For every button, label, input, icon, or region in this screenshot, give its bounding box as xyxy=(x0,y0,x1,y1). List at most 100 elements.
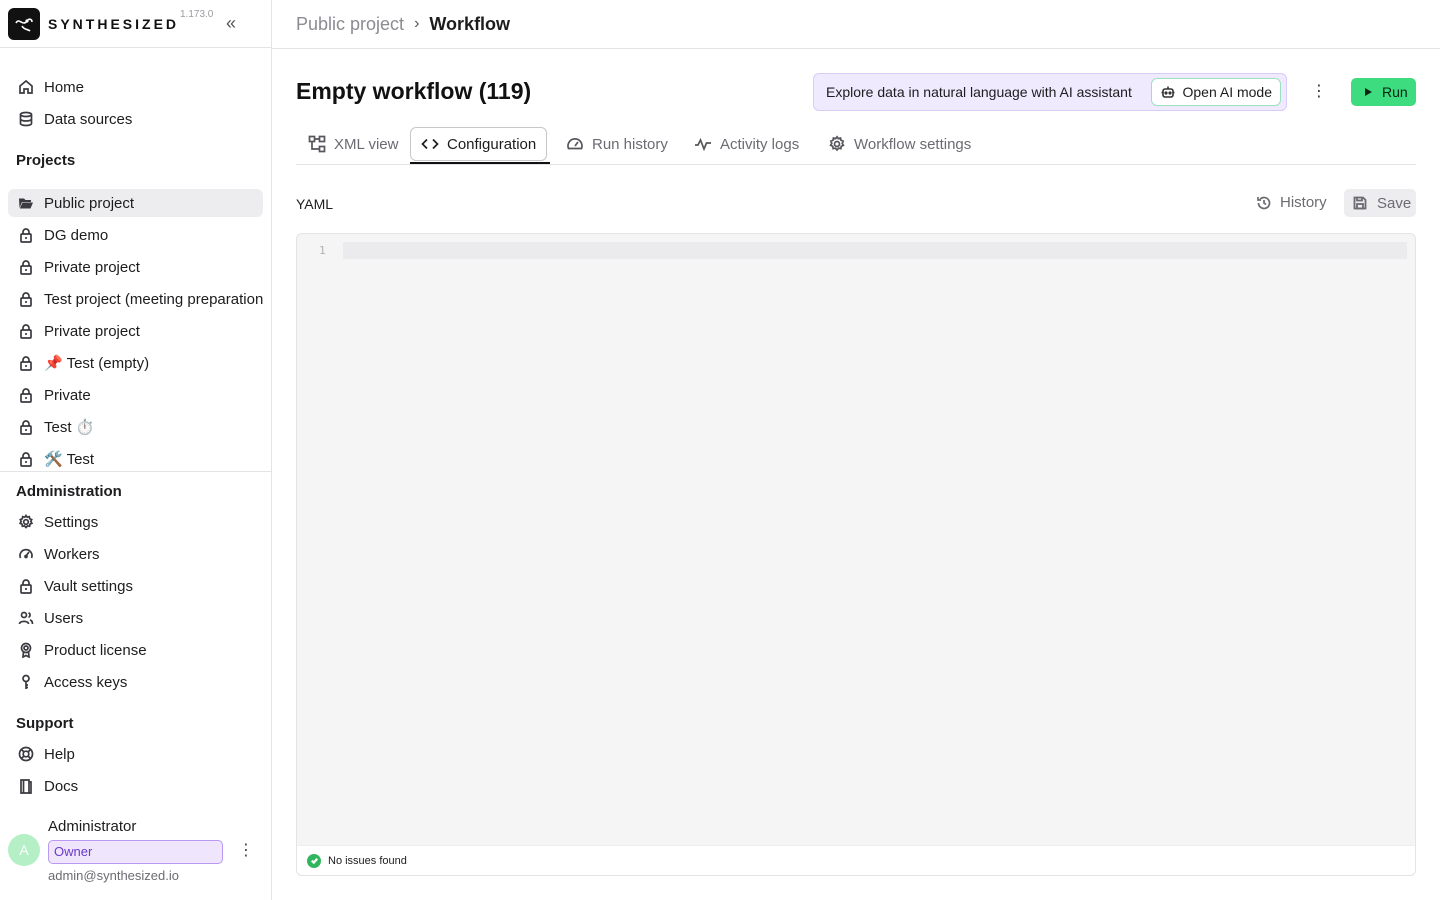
nav-vault-settings[interactable]: Vault settings xyxy=(8,572,263,600)
role-badge: Owner xyxy=(48,840,223,864)
brand-name: SYNTHESIZED xyxy=(48,15,180,32)
nav-product-license-label: Product license xyxy=(44,641,147,659)
sidebar-divider xyxy=(0,471,271,472)
project-item-test-empty[interactable]: 📌 Test (empty) xyxy=(8,349,263,377)
project-item-dg-demo[interactable]: DG demo xyxy=(8,221,263,249)
database-icon xyxy=(18,111,34,127)
open-ai-mode-label: Open AI mode xyxy=(1182,84,1272,100)
tab-label: Workflow settings xyxy=(854,135,972,153)
project-label: Private xyxy=(44,386,91,404)
gauge-icon xyxy=(567,138,583,150)
user-menu-kebab-icon[interactable]: ⋮ xyxy=(238,840,254,862)
nav-access-keys[interactable]: Access keys xyxy=(8,668,263,696)
nav-docs[interactable]: Docs xyxy=(8,772,263,800)
chevron-right-icon: › xyxy=(414,15,420,32)
users-icon xyxy=(18,610,34,626)
play-icon xyxy=(1365,88,1372,96)
more-options-kebab-icon[interactable]: ⋮ xyxy=(1310,81,1328,103)
avatar[interactable]: A xyxy=(8,834,40,866)
lock-icon xyxy=(18,355,34,371)
tab-run-history[interactable]: Run history xyxy=(566,127,668,161)
tab-activity-logs[interactable]: Activity logs xyxy=(694,127,799,161)
nav-help[interactable]: Help xyxy=(8,740,263,768)
save-button-label: Save xyxy=(1377,194,1412,212)
ai-assistant-banner: Explore data in natural language with AI… xyxy=(813,73,1287,111)
tab-xml-view[interactable]: XML view xyxy=(308,127,398,161)
history-button-label: History xyxy=(1280,194,1327,211)
project-item-private-project-1[interactable]: Private project xyxy=(8,253,263,281)
run-button-label: Run xyxy=(1382,84,1408,100)
project-label: Test ⏱️ xyxy=(44,419,95,436)
nav-docs-label: Docs xyxy=(44,777,79,795)
nav-settings-label: Settings xyxy=(44,513,99,531)
project-item-test-tools[interactable]: 🛠️ Test xyxy=(8,445,263,473)
code-icon xyxy=(421,138,439,150)
lock-icon xyxy=(18,419,34,435)
project-label: Private project xyxy=(44,322,140,340)
lock-icon xyxy=(18,227,34,243)
gear-icon xyxy=(18,514,34,530)
sidebar: SYNTHESIZED 1.173.0 « Home Data sources … xyxy=(0,0,272,900)
project-item-test-project-meeting[interactable]: Test project (meeting preparation) xyxy=(8,285,263,313)
gear-icon xyxy=(829,135,845,152)
collapse-sidebar-icon[interactable]: « xyxy=(226,12,244,34)
project-item-private-project-2[interactable]: Private project xyxy=(8,317,263,345)
history-button[interactable]: History xyxy=(1256,194,1327,211)
user-name: Administrator xyxy=(48,818,137,835)
tab-label: XML view xyxy=(334,135,399,153)
nav-settings[interactable]: Settings xyxy=(8,508,263,536)
breadcrumb: Public project › Workflow xyxy=(272,0,1440,49)
tab-label: Configuration xyxy=(447,135,537,153)
lock-icon xyxy=(18,259,34,275)
validation-status-bar: No issues found xyxy=(297,845,1415,875)
project-item-test-timer[interactable]: Test ⏱️ xyxy=(8,413,263,441)
breadcrumb-parent[interactable]: Public project xyxy=(296,14,404,35)
robot-icon xyxy=(1161,86,1175,98)
line-number: 1 xyxy=(319,244,326,257)
breadcrumb-current: Workflow xyxy=(429,13,511,34)
key-icon xyxy=(18,674,34,690)
support-section-title: Support xyxy=(16,715,74,732)
user-profile: A Administrator Owner admin@synthesized.… xyxy=(8,818,263,888)
tab-label: Activity logs xyxy=(720,135,800,153)
award-icon xyxy=(18,642,34,658)
ai-banner-text: Explore data in natural language with AI… xyxy=(826,84,1132,100)
user-email: admin@synthesized.io xyxy=(48,868,179,883)
page-title: Empty workflow (119) xyxy=(296,78,532,104)
tab-workflow-settings[interactable]: Workflow settings xyxy=(828,127,971,161)
tab-configuration[interactable]: Configuration xyxy=(410,127,548,161)
nav-vault-settings-label: Vault settings xyxy=(44,577,133,595)
project-label: DG demo xyxy=(44,226,109,244)
lock-icon xyxy=(18,291,34,307)
nav-product-license[interactable]: Product license xyxy=(8,636,263,664)
nav-access-keys-label: Access keys xyxy=(44,673,128,691)
lifebuoy-icon xyxy=(18,746,34,762)
run-button[interactable]: Run xyxy=(1351,78,1416,106)
project-item-private[interactable]: Private xyxy=(8,381,263,409)
nav-home-label: Home xyxy=(44,78,85,96)
yaml-code-editor[interactable]: 1 No issues found xyxy=(296,233,1416,876)
save-button[interactable]: Save xyxy=(1344,189,1416,217)
folder-open-icon xyxy=(18,195,34,211)
activity-pulse-icon xyxy=(695,137,711,152)
nav-users[interactable]: Users xyxy=(8,604,263,632)
save-floppy-icon xyxy=(1353,196,1367,210)
version-label: 1.173.0 xyxy=(180,9,214,20)
nav-workers[interactable]: Workers xyxy=(8,540,263,568)
workflow-diagram-icon xyxy=(308,135,326,153)
lock-icon xyxy=(18,323,34,339)
synthesized-logo-icon[interactable] xyxy=(8,7,40,40)
home-icon xyxy=(18,79,34,95)
nav-workers-label: Workers xyxy=(44,545,100,563)
brand-header: SYNTHESIZED 1.173.0 « xyxy=(0,0,271,48)
active-line-highlight xyxy=(343,242,1407,259)
projects-section-title: Projects xyxy=(16,152,76,169)
project-item-public-project[interactable]: Public project xyxy=(8,189,263,217)
nav-home[interactable]: Home xyxy=(8,73,263,101)
tab-label: Run history xyxy=(592,135,668,153)
nav-data-sources[interactable]: Data sources xyxy=(8,105,263,133)
open-ai-mode-button[interactable]: Open AI mode xyxy=(1151,78,1281,106)
project-label: Public project xyxy=(44,194,135,212)
project-label: 🛠️ Test xyxy=(44,451,95,468)
workflow-tabs: XML view Configuration Run history Activ… xyxy=(296,127,1416,165)
